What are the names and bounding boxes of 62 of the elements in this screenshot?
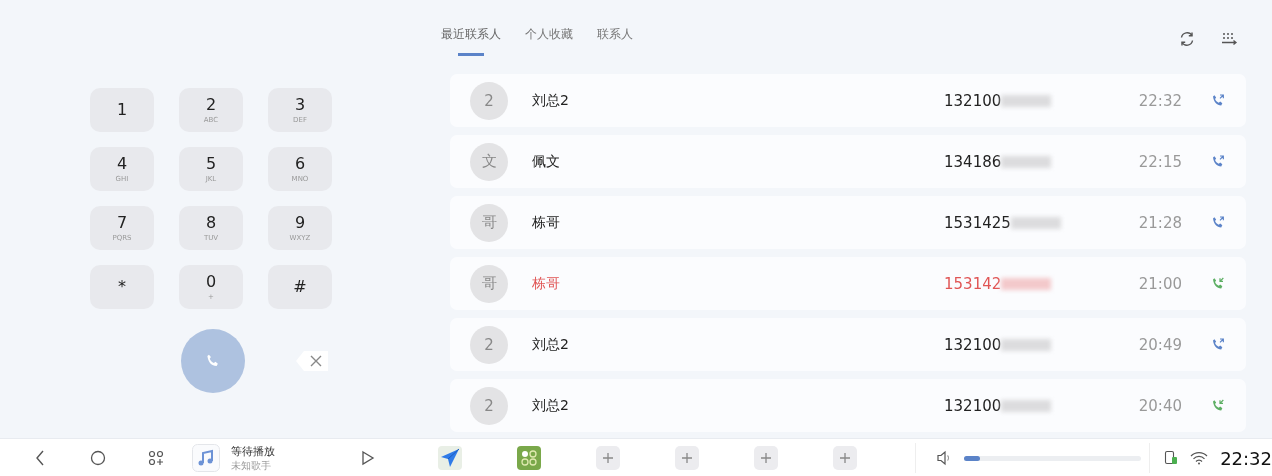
redaction-blur bbox=[1001, 399, 1052, 412]
contact-name: 刘总2 bbox=[532, 396, 570, 415]
add-icon[interactable] bbox=[833, 446, 858, 470]
tab[interactable]: 最近联系人 bbox=[439, 26, 503, 56]
call-log-row[interactable]: 2 刘总2 132100 22:32 bbox=[450, 74, 1246, 127]
refresh-icon[interactable] bbox=[1178, 30, 1196, 48]
song-title: 等待播放 bbox=[231, 444, 275, 459]
artist-name: 未知歌手 bbox=[231, 458, 272, 472]
redaction-blur bbox=[1001, 338, 1052, 351]
call-time: 21:00 bbox=[1137, 274, 1182, 293]
contact-avatar: 哥 bbox=[470, 203, 508, 242]
phone-number: 132100 bbox=[944, 91, 1002, 110]
dial-key[interactable]: * bbox=[90, 265, 154, 309]
add-icon[interactable] bbox=[675, 446, 700, 470]
contact-name: 栋哥 bbox=[532, 274, 561, 293]
contact-name: 刘总2 bbox=[532, 91, 570, 110]
app-grid-icon[interactable] bbox=[148, 450, 164, 466]
call-time: 21:28 bbox=[1137, 213, 1182, 232]
call-log-row[interactable]: 哥 栋哥 1531425 21:28 bbox=[450, 196, 1246, 249]
dial-key[interactable]: # bbox=[268, 265, 332, 309]
contact-avatar: 2 bbox=[470, 386, 508, 425]
phone-number: 1531425 bbox=[944, 213, 1011, 232]
dial-key[interactable]: 1 bbox=[90, 88, 154, 132]
app-launcher-icon[interactable] bbox=[517, 446, 542, 470]
dialpad-icon[interactable] bbox=[1220, 30, 1238, 48]
phone-number: 153142 bbox=[944, 274, 1002, 293]
call-time: 20:40 bbox=[1137, 396, 1182, 415]
contact-name: 刘总2 bbox=[532, 335, 570, 354]
add-icon[interactable] bbox=[754, 446, 779, 470]
tab[interactable]: 个人收藏 bbox=[523, 26, 575, 56]
volume-slider[interactable] bbox=[964, 455, 1142, 461]
music-note-icon[interactable] bbox=[192, 444, 220, 472]
wifi-icon bbox=[1190, 451, 1209, 465]
tab[interactable]: 联系人 bbox=[595, 26, 635, 56]
contact-avatar: 2 bbox=[470, 81, 508, 120]
call-time: 20:49 bbox=[1137, 335, 1182, 354]
phone-number: 132100 bbox=[944, 335, 1002, 354]
contact-name: 佩文 bbox=[532, 152, 561, 171]
backspace-icon[interactable] bbox=[294, 349, 329, 373]
paper-plane-icon[interactable] bbox=[438, 446, 463, 470]
clock: 22:32 bbox=[1220, 447, 1272, 469]
call-log-row[interactable]: 文 佩文 134186 22:15 bbox=[450, 135, 1246, 188]
add-icon[interactable] bbox=[596, 446, 621, 470]
call-log-row[interactable]: 2 刘总2 132100 20:49 bbox=[450, 318, 1246, 371]
contact-avatar: 哥 bbox=[470, 264, 508, 303]
back-icon[interactable] bbox=[34, 449, 46, 467]
contact-name: 栋哥 bbox=[532, 213, 561, 232]
play-icon[interactable] bbox=[361, 450, 375, 466]
home-icon[interactable] bbox=[90, 450, 106, 466]
call-log-row[interactable]: 哥 栋哥 153142 21:00 bbox=[450, 257, 1246, 310]
redaction-blur bbox=[1001, 155, 1052, 168]
call-log-row[interactable]: 2 刘总2 132100 20:40 bbox=[450, 379, 1246, 432]
contact-avatar: 文 bbox=[470, 142, 508, 181]
redaction-blur bbox=[1001, 277, 1052, 290]
phone-number: 132100 bbox=[944, 396, 1002, 415]
contact-avatar: 2 bbox=[470, 325, 508, 364]
redaction-blur bbox=[1001, 94, 1052, 107]
redaction-blur bbox=[1010, 216, 1061, 229]
phone-battery-icon bbox=[1164, 450, 1179, 466]
call-time: 22:15 bbox=[1137, 152, 1182, 171]
phone-number: 134186 bbox=[944, 152, 1002, 171]
call-time: 22:32 bbox=[1137, 91, 1182, 110]
